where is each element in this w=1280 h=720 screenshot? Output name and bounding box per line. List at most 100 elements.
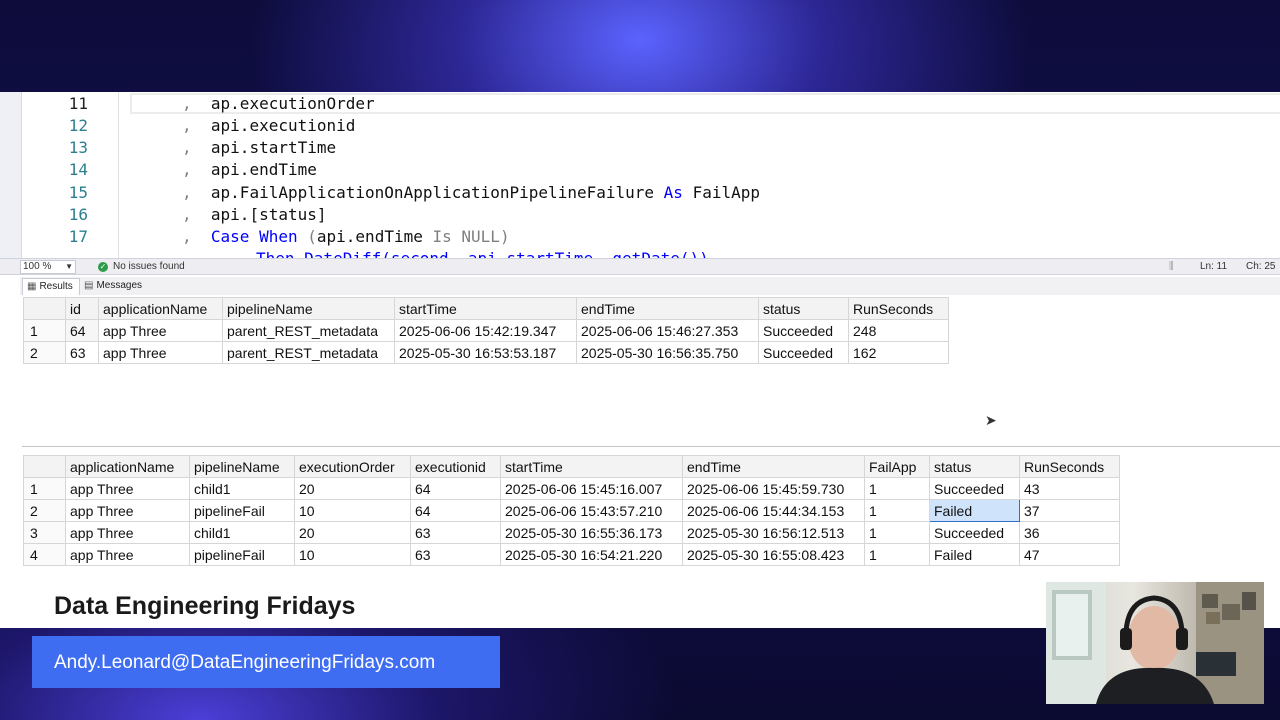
row-number[interactable]: 2	[23, 499, 66, 522]
grid-cell[interactable]: 63	[410, 543, 501, 566]
table-row[interactable]: 2 63 app Three parent_REST_metadata 2025…	[23, 341, 949, 364]
grid-cell[interactable]: child1	[189, 477, 295, 500]
table-row[interactable]: 2 app Three pipelineFail 10 64 2025-06-0…	[23, 499, 1120, 522]
horizontal-scroll-icon[interactable]: ⫼	[1169, 261, 1174, 272]
row-number[interactable]: 3	[23, 521, 66, 544]
grid-cell[interactable]: 20	[294, 477, 411, 500]
code-line-partial[interactable]: Then DateDiff(second, api.startTime, get…	[256, 249, 709, 258]
column-header[interactable]: RunSeconds	[1019, 455, 1120, 478]
grid-cell[interactable]: app Three	[65, 543, 190, 566]
column-header[interactable]: applicationName	[65, 455, 190, 478]
query-editor[interactable]: 11 12 13 14 15 16 17 , ap.executionOrder…	[0, 92, 1280, 258]
grid-cell[interactable]: 37	[1019, 499, 1120, 522]
column-header[interactable]: endTime	[576, 297, 759, 320]
grid-cell[interactable]: 2025-06-06 15:46:27.353	[576, 319, 759, 342]
grid-cell[interactable]: 248	[848, 319, 949, 342]
grid-cell[interactable]: 2025-06-06 15:43:57.210	[500, 499, 683, 522]
grid-cell[interactable]: 63	[410, 521, 501, 544]
grid-splitter[interactable]	[22, 446, 1280, 447]
grid-cell[interactable]: 10	[294, 543, 411, 566]
grid-cell[interactable]: 36	[1019, 521, 1120, 544]
column-header[interactable]: executionOrder	[294, 455, 411, 478]
grid-cell[interactable]: 64	[65, 319, 99, 342]
row-number[interactable]: 2	[23, 341, 66, 364]
grid-cell[interactable]: 2025-05-30 16:55:08.423	[682, 543, 865, 566]
column-header[interactable]: executionid	[410, 455, 501, 478]
code-line[interactable]: , api.endTime	[182, 160, 317, 182]
column-header[interactable]: applicationName	[98, 297, 223, 320]
grid-cell[interactable]: 162	[848, 341, 949, 364]
grid-cell[interactable]: 1	[864, 477, 930, 500]
row-number[interactable]: 1	[23, 319, 66, 342]
results-tab-bar: ▦ Results ▤ Messages	[20, 277, 1280, 295]
column-header[interactable]: pipelineName	[222, 297, 395, 320]
column-header[interactable]: status	[929, 455, 1020, 478]
grid-cell[interactable]: app Three	[65, 499, 190, 522]
grid-corner[interactable]	[23, 455, 66, 478]
grid-cell[interactable]: Succeeded	[929, 521, 1020, 544]
grid-cell[interactable]: pipelineFail	[189, 499, 295, 522]
grid-cell[interactable]: Succeeded	[929, 477, 1020, 500]
editor-status-bar: 100 % ▼ ✓ No issues found ⫼ Ln: 11 Ch: 25	[0, 258, 1280, 275]
grid-cell[interactable]: 2025-06-06 15:44:34.153	[682, 499, 865, 522]
tab-results[interactable]: ▦ Results	[22, 278, 80, 295]
grid-cell[interactable]: app Three	[65, 521, 190, 544]
grid-cell[interactable]: 1	[864, 499, 930, 522]
row-number[interactable]: 1	[23, 477, 66, 500]
tab-messages[interactable]: ▤ Messages	[80, 278, 148, 295]
grid-cell[interactable]: app Three	[65, 477, 190, 500]
code-line[interactable]: , api.[status]	[182, 205, 327, 227]
code-line[interactable]: , Case When (api.endTime Is NULL)	[182, 227, 510, 249]
table-row[interactable]: 1 app Three child1 20 64 2025-06-06 15:4…	[23, 477, 1120, 500]
code-line[interactable]: , ap.executionOrder	[182, 94, 375, 116]
grid-cell[interactable]: parent_REST_metadata	[222, 341, 395, 364]
grid-cell[interactable]: app Three	[98, 341, 223, 364]
grid-cell[interactable]: 1	[864, 543, 930, 566]
grid-cell-selected[interactable]: Failed	[929, 499, 1020, 522]
column-header[interactable]: endTime	[682, 455, 865, 478]
grid-cell[interactable]: Succeeded	[758, 319, 849, 342]
code-line[interactable]: , api.startTime	[182, 138, 336, 160]
column-header[interactable]: id	[65, 297, 99, 320]
grid-header-row: applicationName pipelineName executionOr…	[23, 455, 1120, 478]
grid-cell[interactable]: 43	[1019, 477, 1120, 500]
grid-cell[interactable]: parent_REST_metadata	[222, 319, 395, 342]
table-row[interactable]: 4 app Three pipelineFail 10 63 2025-05-3…	[23, 543, 1120, 566]
column-header[interactable]: startTime	[500, 455, 683, 478]
grid-corner[interactable]	[23, 297, 66, 320]
grid-cell[interactable]: 2025-05-30 16:56:12.513	[682, 521, 865, 544]
grid-cell[interactable]: 64	[410, 477, 501, 500]
grid-cell[interactable]: 2025-06-06 15:45:16.007	[500, 477, 683, 500]
grid-cell[interactable]: 63	[65, 341, 99, 364]
results-grid-2[interactable]: applicationName pipelineName executionOr…	[23, 455, 1120, 566]
grid-cell[interactable]: 2025-05-30 16:55:36.173	[500, 521, 683, 544]
grid-cell[interactable]: 10	[294, 499, 411, 522]
grid-cell[interactable]: child1	[189, 521, 295, 544]
column-header[interactable]: startTime	[394, 297, 577, 320]
column-header[interactable]: RunSeconds	[848, 297, 949, 320]
code-text: api.endTime	[210, 160, 317, 179]
grid-cell[interactable]: pipelineFail	[189, 543, 295, 566]
row-number[interactable]: 4	[23, 543, 66, 566]
grid-cell[interactable]: 2025-06-06 15:42:19.347	[394, 319, 577, 342]
code-line[interactable]: , ap.FailApplicationOnApplicationPipelin…	[182, 183, 760, 205]
grid-cell[interactable]: 1	[864, 521, 930, 544]
grid-cell[interactable]: 2025-05-30 16:56:35.750	[576, 341, 759, 364]
grid-cell[interactable]: 47	[1019, 543, 1120, 566]
grid-cell[interactable]: app Three	[98, 319, 223, 342]
code-line[interactable]: , api.executionid	[182, 116, 355, 138]
grid-cell[interactable]: Succeeded	[758, 341, 849, 364]
grid-cell[interactable]: 2025-06-06 15:45:59.730	[682, 477, 865, 500]
grid-cell[interactable]: 2025-05-30 16:54:21.220	[500, 543, 683, 566]
column-header[interactable]: status	[758, 297, 849, 320]
table-row[interactable]: 3 app Three child1 20 63 2025-05-30 16:5…	[23, 521, 1120, 544]
column-header[interactable]: FailApp	[864, 455, 930, 478]
grid-cell[interactable]: 64	[410, 499, 501, 522]
table-row[interactable]: 1 64 app Three parent_REST_metadata 2025…	[23, 319, 949, 342]
column-header[interactable]: pipelineName	[189, 455, 295, 478]
grid-cell[interactable]: 20	[294, 521, 411, 544]
grid-cell[interactable]: Failed	[929, 543, 1020, 566]
zoom-dropdown[interactable]: 100 % ▼	[20, 260, 76, 274]
grid-cell[interactable]: 2025-05-30 16:53:53.187	[394, 341, 577, 364]
results-grid-1[interactable]: id applicationName pipelineName startTim…	[23, 297, 949, 364]
